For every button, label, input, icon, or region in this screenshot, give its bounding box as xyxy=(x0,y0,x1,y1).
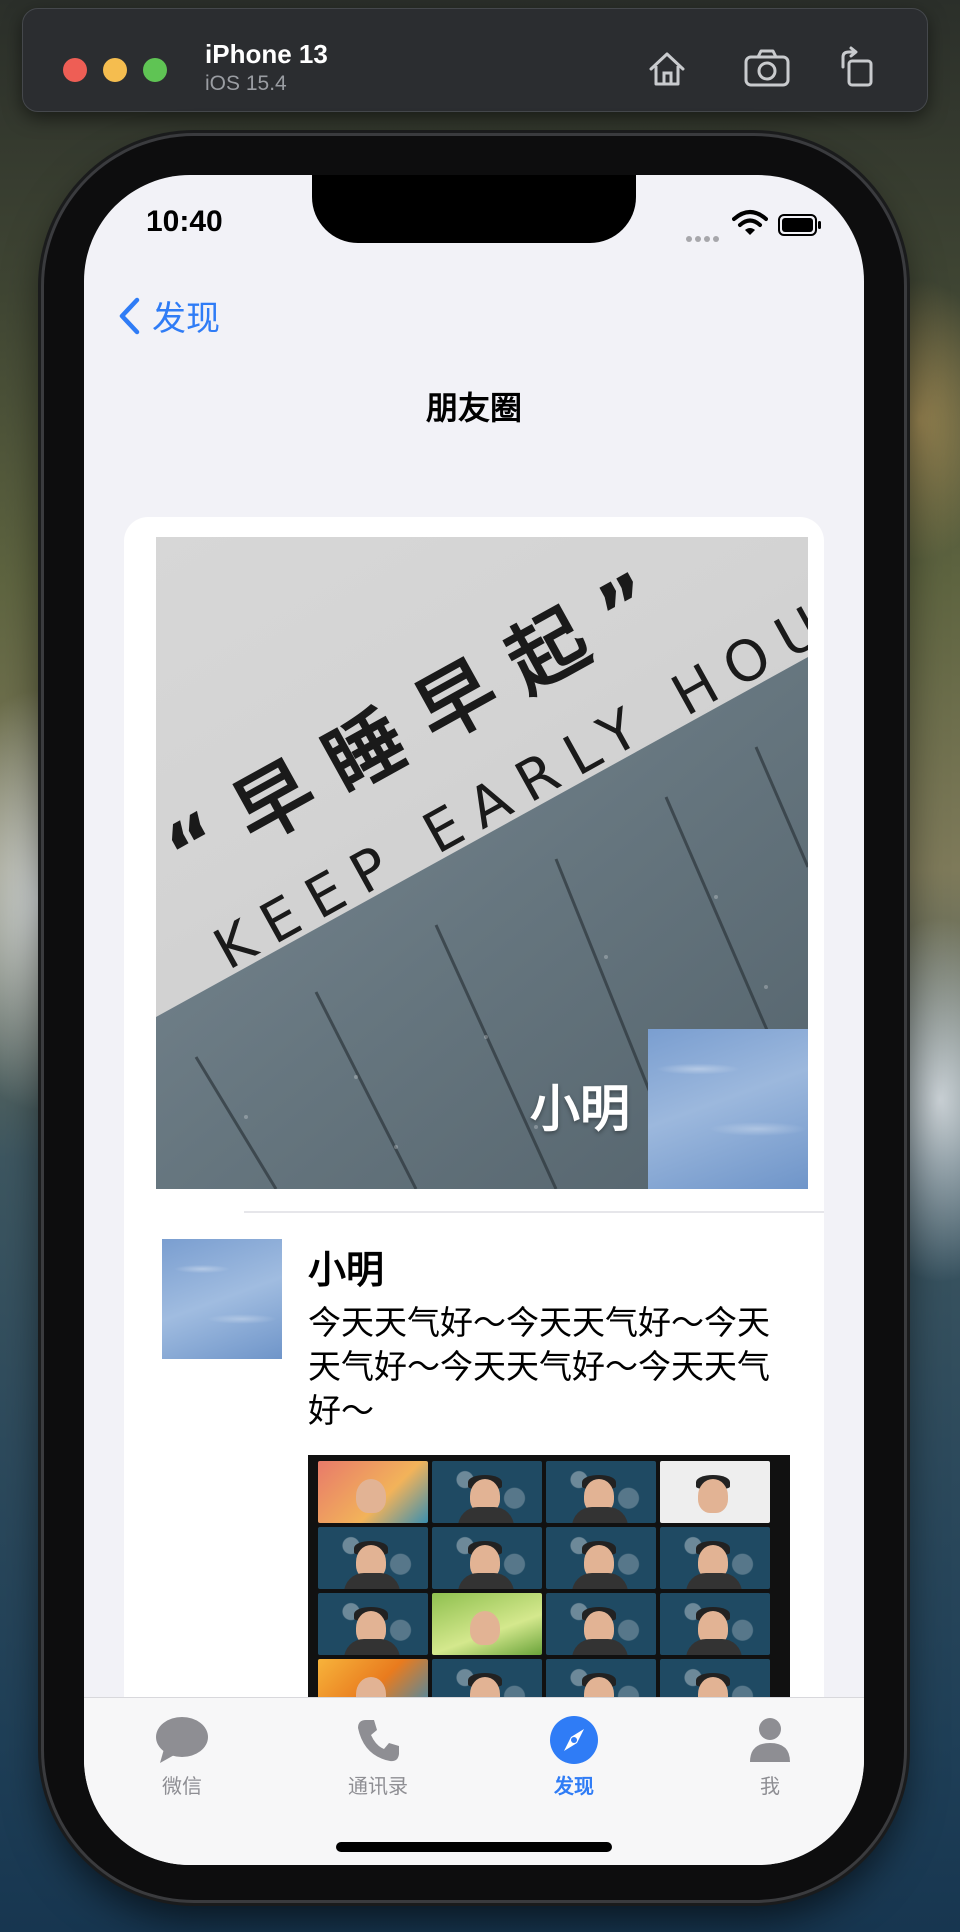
cover-image[interactable]: “早睡早起” KEEP EARLY HOURS 小明 xyxy=(156,537,808,1189)
status-time: 10:40 xyxy=(146,205,223,238)
device-name: iPhone 13 xyxy=(205,39,328,69)
tab-contacts[interactable]: 通讯录 xyxy=(318,1714,438,1799)
post-text: 今天天气好～今天天气好～今天天气好～今天天气好～今天天气好～ xyxy=(308,1303,770,1430)
cellular-signal-icon xyxy=(686,227,722,242)
person-icon xyxy=(750,1718,790,1762)
minimize-window-button[interactable] xyxy=(103,58,127,82)
phone-icon xyxy=(358,1720,399,1762)
cover-user-name: 小明 xyxy=(530,1080,630,1138)
tab-wechat[interactable]: 微信 xyxy=(122,1714,242,1799)
compass-icon xyxy=(550,1716,598,1764)
close-window-button[interactable] xyxy=(63,58,87,82)
post-image[interactable] xyxy=(308,1455,790,1715)
simulator-toolbar: iPhone 13 iOS 15.4 xyxy=(22,8,928,112)
battery-icon xyxy=(778,214,821,236)
cover-avatar[interactable] xyxy=(648,1029,808,1189)
tab-wechat-label: 微信 xyxy=(162,1774,202,1798)
moments-card: “早睡早起” KEEP EARLY HOURS 小明 小明 今天天气好～今天天气… xyxy=(124,517,824,1777)
tab-bar: 微信 通讯录 发现 我 xyxy=(84,1697,864,1865)
tab-me-label: 我 xyxy=(760,1774,780,1798)
video-call-grid xyxy=(318,1461,770,1715)
wifi-icon xyxy=(732,210,768,235)
tab-me[interactable]: 我 xyxy=(710,1714,830,1799)
zoom-window-button[interactable] xyxy=(143,58,167,82)
post-avatar[interactable] xyxy=(162,1239,282,1359)
back-label: 发现 xyxy=(152,299,220,339)
screenshot-icon[interactable] xyxy=(741,45,793,93)
chevron-left-icon xyxy=(119,297,140,334)
back-button[interactable]: 发现 xyxy=(118,291,220,340)
device-os-version: iOS 15.4 xyxy=(205,72,287,95)
tab-contacts-label: 通讯录 xyxy=(348,1774,408,1798)
home-indicator[interactable] xyxy=(336,1842,612,1852)
post-author-name[interactable]: 小明 xyxy=(308,1239,384,1294)
rotate-icon[interactable] xyxy=(833,45,881,93)
divider xyxy=(244,1211,824,1213)
tab-discover[interactable]: 发现 xyxy=(514,1714,634,1799)
phone-screen: 10:40 发现 朋友圈 “早睡早起” KEEP EARLY HOURS 小明 … xyxy=(84,175,864,1865)
home-icon[interactable] xyxy=(643,45,691,93)
tab-discover-label: 发现 xyxy=(554,1774,594,1798)
notch xyxy=(312,175,636,243)
page-title: 朋友圈 xyxy=(425,389,522,427)
chat-bubble-icon xyxy=(156,1717,208,1763)
